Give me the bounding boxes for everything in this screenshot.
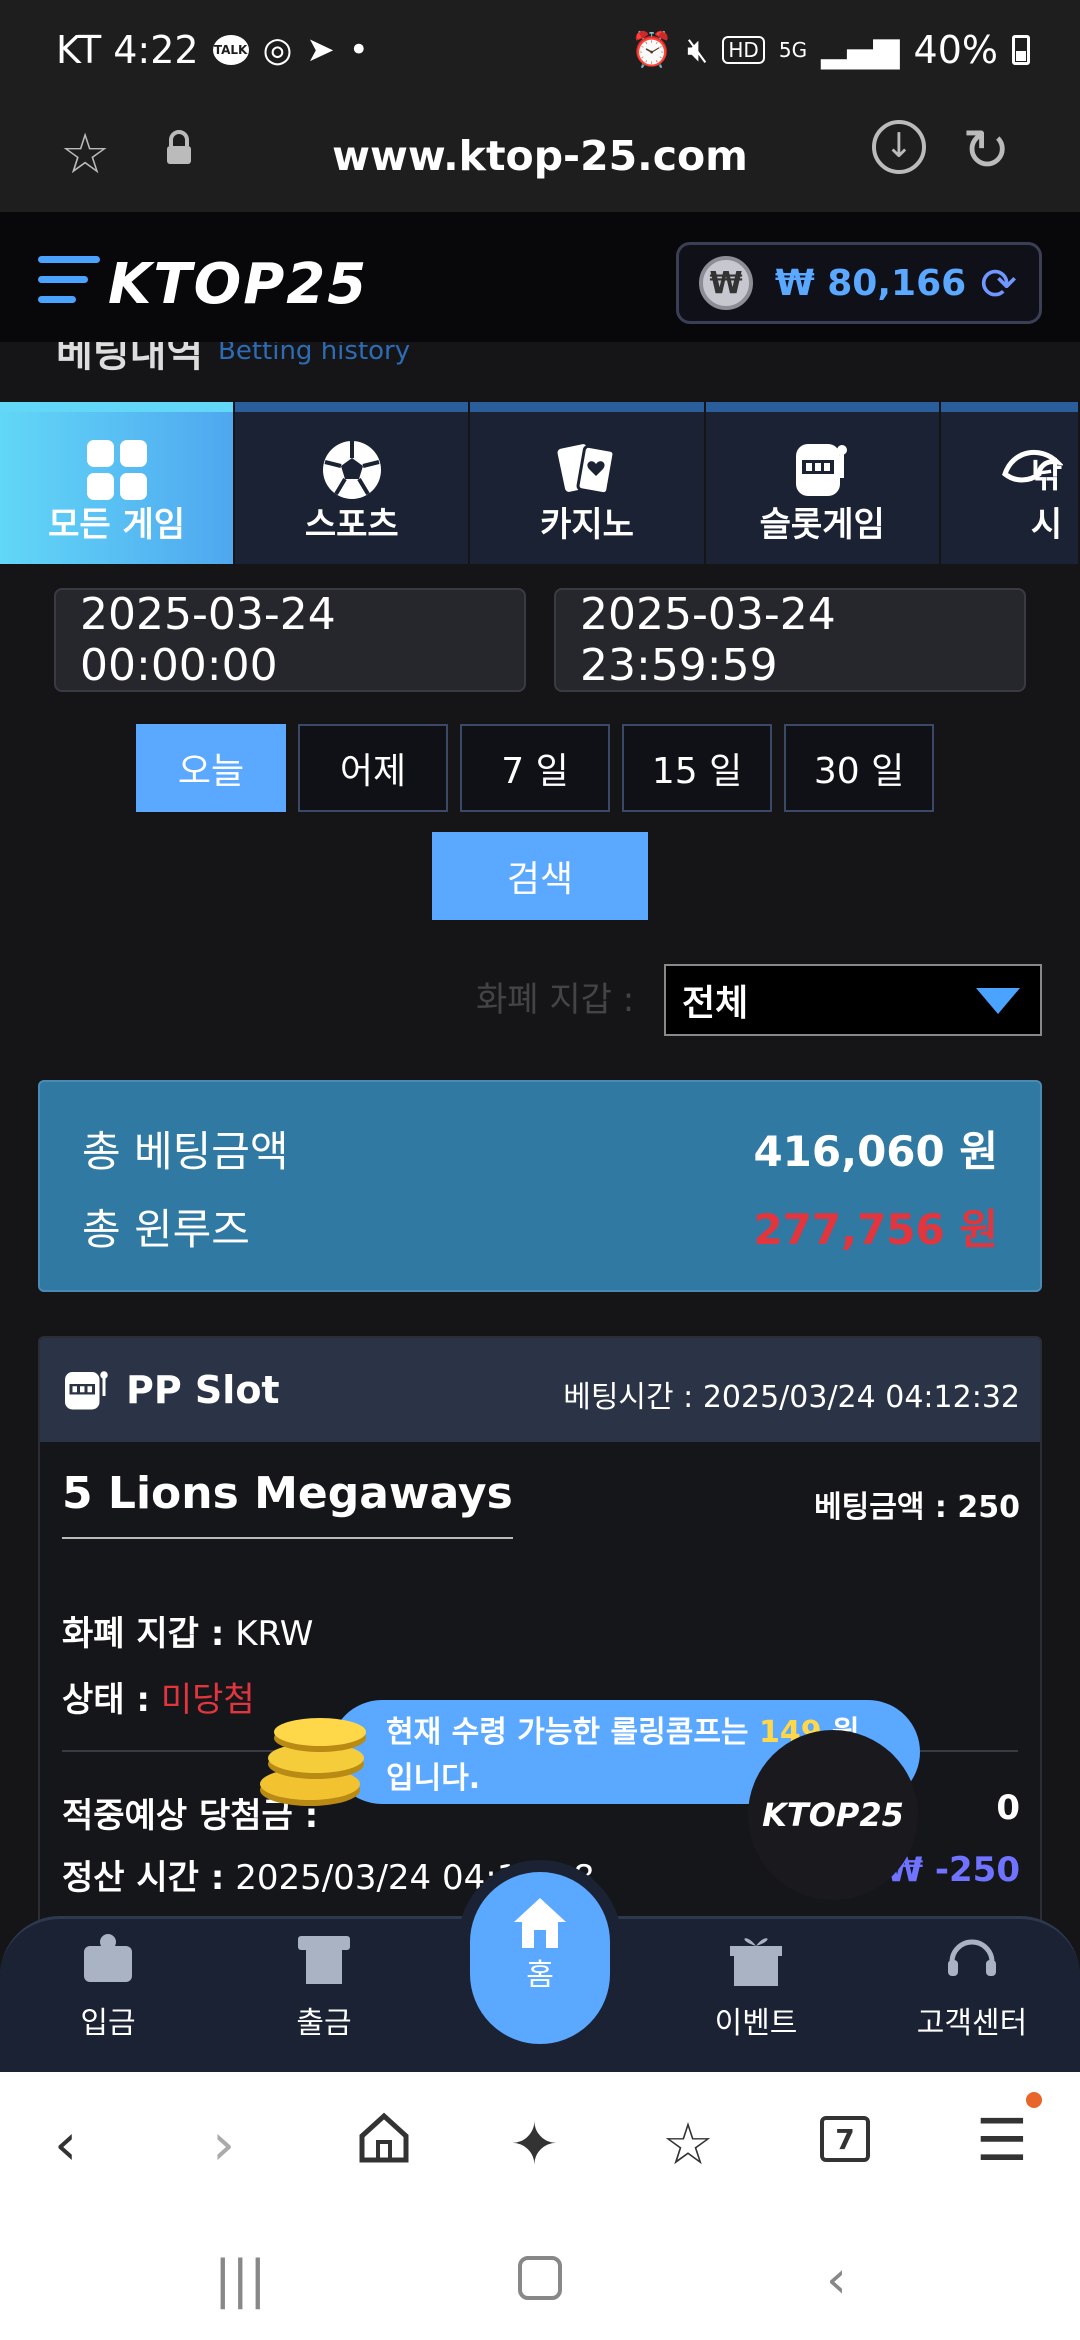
5g-icon: 5G [778,38,808,62]
period-7days-button[interactable]: 7 일 [460,724,610,812]
cards-icon [557,444,616,496]
gold-coins-icon [260,1718,366,1806]
summary-panel: 총 베팅금액 416,060 원 총 윈루즈 277,756 원 [38,1080,1042,1292]
total-winloss-label: 총 윈루즈 [82,1205,250,1254]
balance-amount: ₩ 80,166 [775,262,967,304]
nav-event[interactable]: 이벤트 [676,1930,836,2060]
mute-icon: 🔇︎ [686,30,709,70]
browser-url-bar: ☆ www.ktop-25.com ↓ ↻ [0,100,1080,212]
nav-home[interactable]: 홈 [458,1860,622,2056]
deposit-icon [84,1934,132,1982]
page-title-strip: 베팅내역 Betting history [0,342,1080,402]
bookmarks-icon[interactable]: ☆ [662,2110,714,2178]
period-30days-button[interactable]: 30 일 [784,724,934,812]
battery-icon [1012,35,1030,65]
back-icon[interactable]: ‹ [54,2110,77,2178]
category-tabs: 모든 게임 스포츠 카지노 슬롯게임 낚시 [0,402,1080,564]
menu-icon[interactable] [38,256,100,312]
grid-icon [86,440,147,500]
tab-sports[interactable]: 스포츠 [235,402,469,564]
tab-label: 스포츠 [304,505,399,545]
page-subtitle: Betting history [218,342,411,366]
tab-fishing[interactable]: 낚시 [940,402,1078,564]
period-today-button[interactable]: 오늘 [136,724,286,812]
slot-machine-icon [65,1371,108,1410]
status-value: 미당첨 [160,1680,255,1720]
tabs-icon[interactable]: 7 [820,2116,870,2162]
wallet-filter-value: 전체 [682,983,749,1024]
wallet-line: 화폐 지갑 : KRW [62,1614,314,1654]
sparkle-icon[interactable]: ✦ [510,2110,559,2178]
bet-card-header: PP Slot 베팅시간 : 2025/03/24 04:12:32 [40,1338,1040,1442]
nav-support[interactable]: 고객센터 [892,1930,1052,2060]
bet-time: 베팅시간 : 2025/03/24 04:12:32 [563,1380,1020,1415]
gift-icon [730,1938,782,1986]
reload-icon[interactable]: ↻ [962,116,1011,184]
status-bar: KT 4:22 TALK ◎ ➤ • ⏰ 🔇︎ HD 5G ▂▄▆ 40% [0,0,1080,100]
search-button[interactable]: 검색 [432,832,648,920]
tab-label: 모든 게임 [48,505,186,545]
forward-icon[interactable]: › [212,2110,235,2178]
period-15days-button[interactable]: 15 일 [622,724,772,812]
site-logo[interactable]: KTOP25 [108,252,368,317]
tab-slot[interactable]: 슬롯게임 [705,402,939,564]
hd-icon: HD [722,36,765,64]
fish-icon [1001,450,1063,483]
wallet-filter-select[interactable]: 전체 [664,964,1042,1036]
refresh-balance-icon[interactable]: ⟳ [980,259,1017,310]
nav-withdraw[interactable]: 출금 [244,1930,404,2060]
tab-casino[interactable]: 카지노 [470,402,704,564]
download-icon[interactable]: ↓ [872,120,926,174]
menu-icon[interactable]: ☰ [976,2106,1028,2174]
total-winloss-value: 277,756 원 [753,1205,998,1254]
page-title: 베팅내역 [56,342,204,376]
nav-deposit[interactable]: 입금 [28,1930,188,2060]
game-name: 5 Lions Megaways [62,1468,513,1539]
recent-apps-icon[interactable]: ||| [214,2250,267,2310]
bet-amount: 베팅금액 : 250 [814,1490,1020,1525]
notification-dot-icon: • [348,30,369,70]
end-date-input[interactable]: 2025-03-24 23:59:59 [554,588,1026,692]
kakaotalk-icon: TALK [212,35,249,65]
chevron-down-icon [976,988,1020,1014]
slot-machine-icon [796,444,848,496]
notification-dot [1026,2092,1042,2108]
signal-icon: ▂▄▆ [821,30,900,70]
tab-all-games[interactable]: 모든 게임 [0,402,234,564]
status-line: 상태 : 미당첨 [62,1680,255,1720]
alarm-icon: ⏰ [630,30,673,70]
won-coin-icon: ₩ [699,256,753,310]
tab-label: 슬롯게임 [759,505,885,545]
soccer-ball-icon [322,441,381,499]
home-icon[interactable] [356,2112,412,2164]
floating-logo-button[interactable]: KTOP25 [748,1730,918,1900]
start-date-input[interactable]: 2025-03-24 00:00:00 [54,588,526,692]
total-bet-label: 총 베팅금액 [82,1127,289,1176]
back-gesture-icon[interactable]: ‹ [826,2250,847,2310]
instagram-icon: ◎ [262,30,293,70]
provider-name: PP Slot [126,1368,280,1412]
expected-win-value: 0 [996,1788,1020,1828]
headset-icon [948,1939,996,1976]
wallet-filter-label: 화폐 지갑 : [476,980,635,1020]
home-gesture-icon[interactable] [518,2256,562,2300]
carrier-time: KT 4:22 [56,28,199,72]
telegram-icon: ➤ [306,30,335,70]
battery-percent: 40% [913,28,998,72]
balance-widget[interactable]: ₩ ₩ 80,166 ⟳ [676,242,1042,324]
tab-label: 카지노 [540,505,634,545]
home-icon [514,1898,566,1948]
period-yesterday-button[interactable]: 어제 [298,724,448,812]
withdraw-icon [298,1936,350,1984]
total-bet-value: 416,060 원 [753,1127,998,1176]
